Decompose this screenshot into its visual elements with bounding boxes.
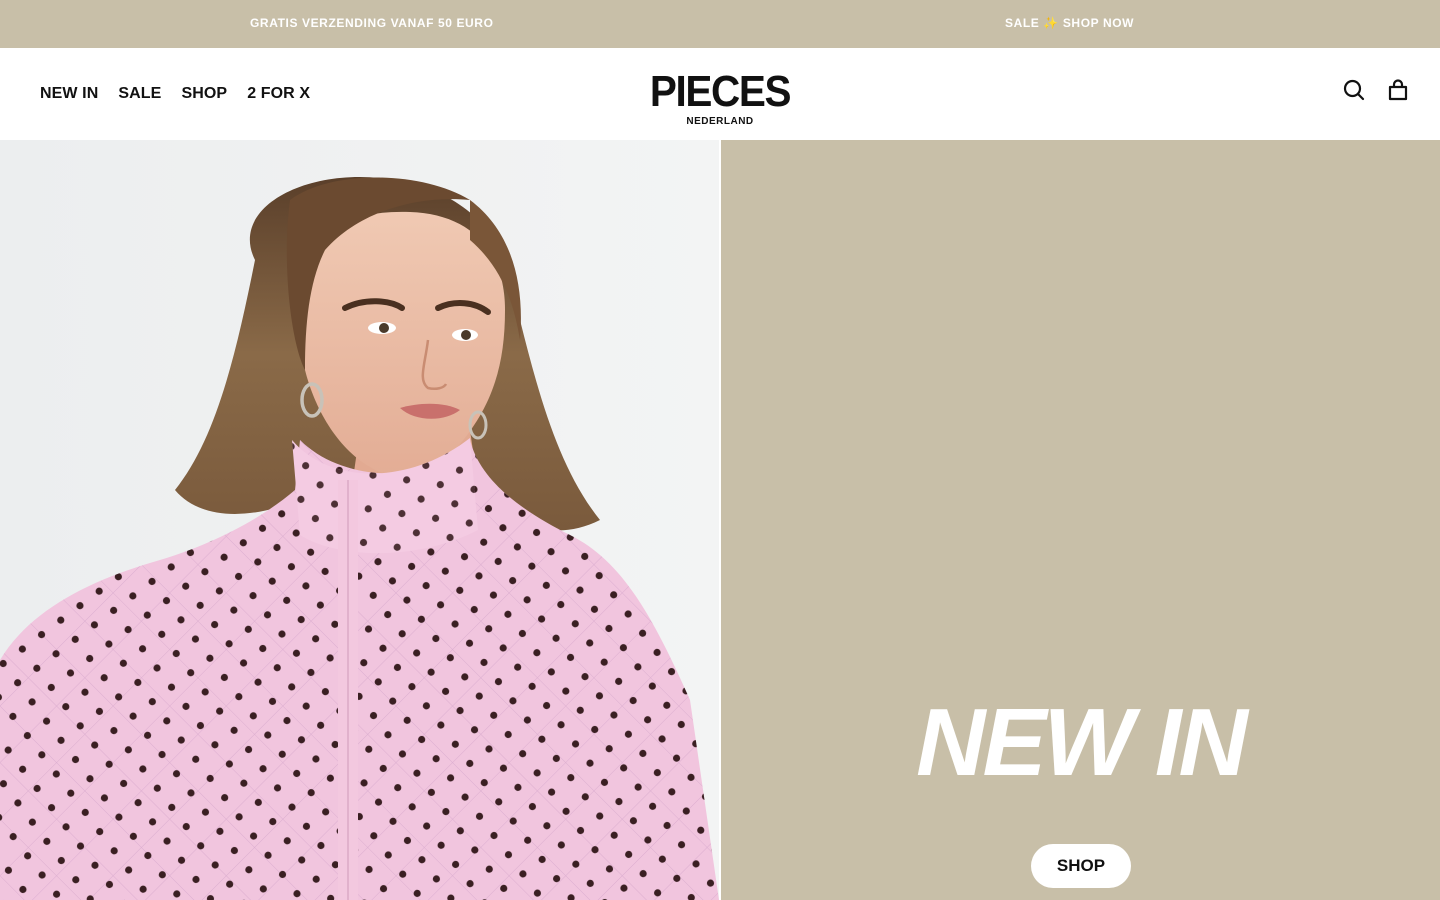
site-header: NEW IN SALE SHOP 2 FOR X PIECES NEDERLAN… [0, 48, 1440, 140]
logo-country: NEDERLAND [686, 116, 754, 127]
sale-label: SALE [1005, 16, 1040, 30]
nav-new-in[interactable]: NEW IN [40, 85, 98, 103]
shop-button[interactable]: SHOP [1031, 844, 1131, 888]
sparkle-icon: ✨ [1043, 16, 1059, 30]
search-icon[interactable] [1342, 78, 1366, 102]
nav-sale[interactable]: SALE [118, 85, 161, 103]
sale-shop-now-link[interactable]: SALE ✨ SHOP NOW [1005, 0, 1134, 48]
announcement-bar: GRATIS VERZENDING VANAF 50 EURO SALE ✨ S… [0, 0, 1440, 48]
nav-shop[interactable]: SHOP [181, 85, 227, 103]
hero-promo-panel: NEW IN SHOP [721, 140, 1440, 900]
main-nav: NEW IN SALE SHOP 2 FOR X [40, 48, 310, 140]
nav-2-for-x[interactable]: 2 FOR X [247, 85, 310, 103]
hero-section: NEW IN SHOP [0, 140, 1440, 900]
hero-image[interactable] [0, 140, 719, 900]
bag-icon[interactable] [1386, 78, 1410, 102]
hero-title: NEW IN [916, 689, 1248, 796]
free-shipping-message: GRATIS VERZENDING VANAF 50 EURO [250, 16, 494, 30]
header-icons [1342, 78, 1410, 102]
shop-now-label: SHOP NOW [1062, 16, 1135, 30]
model-photo [0, 140, 719, 900]
logo-wordmark: PIECES [649, 67, 792, 116]
site-logo[interactable]: PIECES NEDERLAND [620, 70, 820, 128]
